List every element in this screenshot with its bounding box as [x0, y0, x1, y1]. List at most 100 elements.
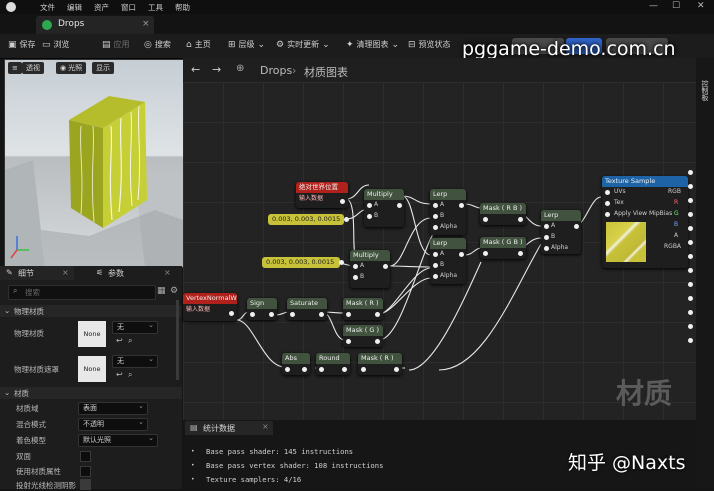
output-pin[interactable] [518, 251, 523, 256]
input-pin[interactable] [346, 312, 351, 317]
output-pin[interactable] [229, 311, 234, 316]
tab-parameters-close[interactable]: × [164, 268, 171, 277]
tab-drops[interactable]: Drops × [36, 16, 154, 34]
input-pin[interactable] [250, 312, 255, 317]
mask-g-node[interactable]: Mask ( G ) [343, 325, 383, 347]
material-domain-dropdown[interactable]: 表面 ⌄ [78, 402, 148, 415]
use-material-attributes-checkbox[interactable] [80, 466, 91, 477]
menu-asset[interactable]: 资产 [94, 2, 109, 13]
close-window-button[interactable]: ✕ [697, 1, 705, 11]
input-pin-b[interactable] [353, 275, 358, 280]
apply-button[interactable]: ▤ 应用 [102, 39, 130, 50]
input-pin[interactable] [285, 367, 290, 372]
lerp-node-1[interactable]: Lerp A B Alpha [430, 189, 466, 235]
input-pin-uvs[interactable] [605, 190, 610, 195]
constant-vector-node-2[interactable]: 0.003, 0.003, 0.0015 [262, 257, 340, 268]
lit-button[interactable]: ◉ 光照 [56, 62, 87, 74]
world-position-node[interactable]: 绝对世界位置 输入数据 [296, 182, 348, 208]
physics-section-header[interactable]: ⌄ 物理材质 [0, 305, 182, 317]
browse-icon[interactable]: ⌕ [128, 370, 132, 380]
breadcrumb-view[interactable]: 材质图表 [304, 64, 348, 80]
input-pin-b[interactable] [433, 263, 438, 268]
input-pin[interactable] [483, 217, 488, 222]
browse-button[interactable]: ▭ 浏览 [42, 39, 70, 50]
result-input-pin[interactable] [688, 268, 693, 273]
input-pin-mipbias[interactable] [605, 212, 610, 217]
result-input-pin[interactable] [688, 254, 693, 259]
phys-mat-dropdown[interactable]: 无 ⌄ [112, 321, 158, 334]
input-pin-a[interactable] [367, 203, 372, 208]
mask-gb-node[interactable]: Mask ( G B ) [480, 237, 526, 259]
texture-sample-node[interactable]: Texture Sample UVs Tex Apply View MipBia… [602, 176, 688, 268]
result-input-pin[interactable] [688, 226, 693, 231]
tab-close-button[interactable]: × [142, 19, 150, 29]
tab-details-close[interactable]: × [62, 268, 69, 277]
input-pin-tex[interactable] [605, 201, 610, 206]
output-pin[interactable] [459, 252, 464, 257]
input-pin-b[interactable] [433, 214, 438, 219]
live-update-button[interactable]: ⚙ 实时更新 ⌄ [276, 39, 330, 50]
output-pin[interactable] [574, 224, 579, 229]
viewport-menu-button[interactable]: ≡ [8, 62, 22, 74]
back-arrow-button[interactable]: ← [191, 63, 200, 76]
minimize-button[interactable]: — [649, 1, 658, 11]
input-pin[interactable] [346, 339, 351, 344]
input-pin-alpha[interactable] [433, 274, 438, 279]
input-pin-b[interactable] [367, 214, 372, 219]
input-pin-b[interactable] [544, 235, 549, 240]
perspective-button[interactable]: 透视 [22, 62, 44, 74]
input-pin[interactable] [290, 312, 295, 317]
two-sided-checkbox[interactable] [80, 451, 91, 462]
menu-edit[interactable]: 编辑 [67, 2, 82, 13]
menu-help[interactable]: 帮助 [175, 2, 190, 13]
mask-thumbnail[interactable]: None [78, 356, 106, 382]
saturate-node[interactable]: Saturate [287, 298, 327, 320]
output-pin[interactable] [319, 312, 324, 317]
back-arrow-icon[interactable]: ↩ [116, 336, 123, 345]
input-pin-a[interactable] [433, 203, 438, 208]
output-pin[interactable] [344, 217, 349, 222]
sign-node[interactable]: Sign [247, 298, 277, 320]
output-pin[interactable] [394, 367, 399, 372]
input-pin[interactable] [361, 367, 366, 372]
multiply-node-2[interactable]: Multiply A B [350, 250, 390, 288]
browse-icon[interactable]: ⌕ [128, 336, 132, 346]
tab-stats-close[interactable]: × [262, 422, 269, 431]
lerp-node-2[interactable]: Lerp A B Alpha [430, 238, 466, 284]
constant-vector-node-1[interactable]: 0.003, 0.003, 0.0015 [268, 214, 344, 225]
details-search-input[interactable]: ⌕ 搜索 [8, 285, 156, 300]
output-pin[interactable] [383, 264, 388, 269]
output-pin[interactable] [340, 199, 345, 204]
lerp-node-3[interactable]: Lerp A B Alpha [541, 210, 581, 254]
breadcrumb-asset[interactable]: Drops [260, 64, 292, 77]
palette-side-tab[interactable]: 控制板 [699, 80, 709, 101]
result-input-pin[interactable] [688, 212, 693, 217]
shading-model-dropdown[interactable]: 默认光照 ⌄ [78, 434, 158, 447]
mask-rb-node[interactable]: Mask ( R B ) [480, 203, 526, 225]
result-input-pin[interactable] [688, 198, 693, 203]
input-pin-a[interactable] [353, 264, 358, 269]
tab-stats[interactable]: ▤ 统计数据 × [185, 421, 273, 435]
output-pin[interactable] [375, 339, 380, 344]
back-arrow-icon[interactable]: ↩ [116, 370, 123, 379]
forward-arrow-button[interactable]: → [212, 63, 221, 76]
show-button[interactable]: 显示 [92, 62, 114, 74]
details-scrollbar[interactable] [176, 300, 179, 380]
output-pin[interactable] [302, 367, 307, 372]
input-pin[interactable] [319, 367, 324, 372]
tab-parameters[interactable]: 参数 [108, 268, 124, 279]
result-input-pin[interactable] [688, 240, 693, 245]
output-pin[interactable] [397, 203, 402, 208]
preview-state-button[interactable]: ⊟ 预览状态 [408, 39, 451, 50]
input-pin-alpha[interactable] [544, 246, 549, 251]
ray-traced-shadows-checkbox[interactable] [80, 479, 91, 490]
clean-graph-button[interactable]: ✦ 清理图表 ⌄ [346, 39, 399, 50]
result-input-pin[interactable] [688, 184, 693, 189]
mask-r-node-1[interactable]: Mask ( R ) [343, 298, 383, 320]
output-pin[interactable] [375, 312, 380, 317]
preview-viewport[interactable] [4, 59, 184, 268]
result-input-pin[interactable] [688, 338, 693, 343]
output-pin[interactable] [459, 203, 464, 208]
output-pin[interactable] [269, 312, 274, 317]
hierarchy-button[interactable]: ⊞ 层级 ⌄ [228, 39, 265, 50]
